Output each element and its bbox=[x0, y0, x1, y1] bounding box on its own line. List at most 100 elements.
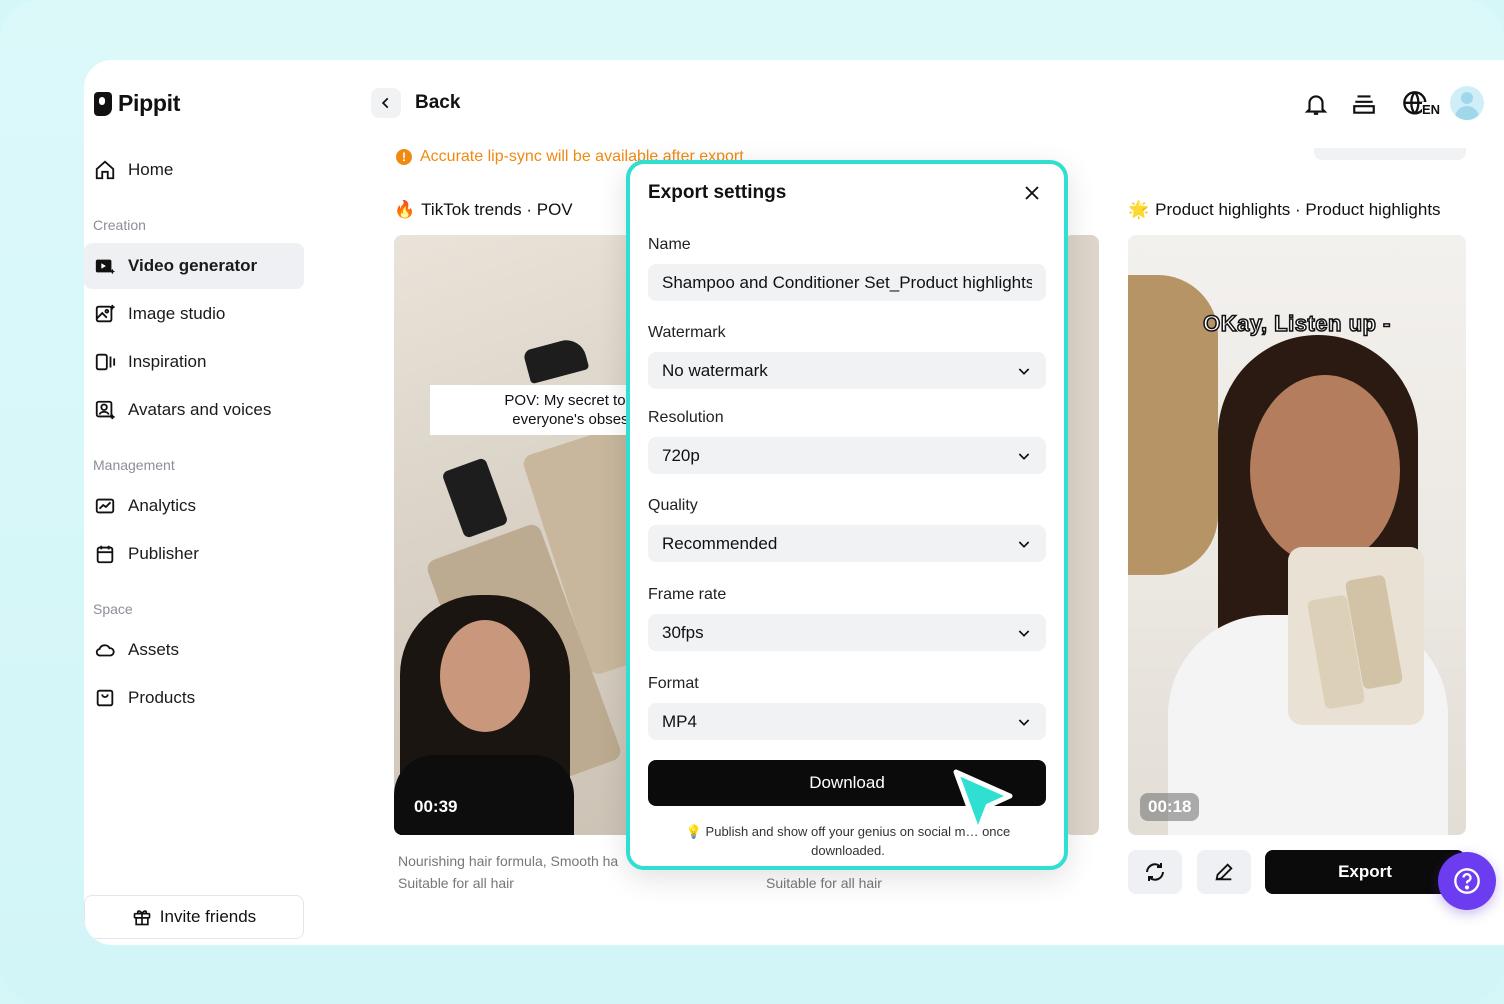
section-label-space: Space bbox=[93, 601, 133, 617]
star-icon: 🌟 bbox=[1128, 200, 1150, 219]
card-description-left: Nourishing hair formula, Smooth ha Suita… bbox=[398, 850, 618, 894]
analytics-icon bbox=[95, 498, 115, 514]
select-value: MP4 bbox=[662, 711, 697, 731]
image-studio-icon bbox=[95, 304, 115, 323]
desc-line: Suitable for all hair bbox=[398, 875, 514, 891]
name-field[interactable] bbox=[648, 264, 1046, 301]
watermark-label: Watermark bbox=[648, 324, 726, 341]
screen-frame: Pippit Home Creation Video generator Ima… bbox=[0, 0, 1504, 1004]
framerate-select[interactable]: 30fps bbox=[648, 614, 1046, 651]
video-duration: 00:18 bbox=[1140, 793, 1200, 821]
select-value: 720p bbox=[662, 445, 700, 465]
person-face-shape bbox=[1250, 375, 1400, 565]
back-button[interactable] bbox=[371, 88, 401, 118]
resolution-select[interactable]: 720p bbox=[648, 437, 1046, 474]
sidebar-item-home[interactable]: Home bbox=[84, 147, 304, 193]
chevron-down-icon bbox=[1018, 629, 1030, 637]
watermark-select[interactable]: No watermark bbox=[648, 352, 1046, 389]
inspiration-icon bbox=[95, 353, 116, 371]
fire-icon: 🔥 bbox=[394, 200, 416, 219]
brand-name: Pippit bbox=[118, 90, 181, 116]
sidebar-item-inspiration[interactable]: Inspiration bbox=[84, 339, 304, 385]
warning-icon: ! bbox=[396, 149, 412, 165]
format-select[interactable]: MP4 bbox=[648, 703, 1046, 740]
chevron-down-icon bbox=[1018, 452, 1030, 460]
sidebar-item-assets[interactable]: Assets bbox=[84, 627, 304, 673]
sidebar-item-label: Inspiration bbox=[128, 352, 207, 371]
invite-label: Invite friends bbox=[159, 907, 257, 926]
select-value: No watermark bbox=[662, 360, 768, 380]
close-button[interactable] bbox=[1019, 180, 1045, 206]
edit-button[interactable] bbox=[1197, 850, 1251, 894]
select-value: Recommended bbox=[662, 533, 778, 553]
pump-head-shape bbox=[522, 335, 590, 385]
sidebar-item-label: Home bbox=[128, 160, 174, 179]
pointer-cursor-icon bbox=[953, 769, 1013, 835]
video-overlay-text: OKay, Listen up - bbox=[1202, 310, 1391, 337]
export-button[interactable]: Export bbox=[1265, 850, 1465, 894]
back-label[interactable]: Back bbox=[415, 92, 460, 114]
sidebar-item-video-generator[interactable]: Video generator bbox=[84, 243, 304, 289]
pump-head-shape bbox=[441, 457, 509, 539]
card-description-middle: Suitable for all hair bbox=[766, 875, 882, 891]
gift-icon bbox=[133, 910, 151, 926]
language-button[interactable]: EN bbox=[1396, 88, 1441, 120]
pippit-logo-icon bbox=[94, 91, 112, 116]
video-generator-icon bbox=[95, 259, 116, 275]
chevron-down-icon bbox=[1018, 540, 1030, 548]
refresh-icon bbox=[1146, 863, 1164, 881]
sidebar-item-label: Video generator bbox=[128, 256, 258, 275]
video-preview-right[interactable]: OKay, Listen up - 00:18 bbox=[1128, 235, 1466, 835]
sidebar-item-analytics[interactable]: Analytics bbox=[84, 483, 304, 529]
chevron-down-icon bbox=[1018, 718, 1030, 726]
layers-icon bbox=[1353, 95, 1375, 114]
notification-button[interactable] bbox=[1300, 88, 1332, 120]
help-button[interactable] bbox=[1438, 852, 1496, 910]
invite-friends-button[interactable]: Invite friends bbox=[84, 895, 304, 939]
framerate-label: Frame rate bbox=[648, 586, 727, 603]
calendar-icon bbox=[96, 545, 114, 564]
card-title-text: TikTok trends · POV bbox=[421, 200, 573, 219]
person-face-shape bbox=[440, 620, 530, 732]
card-title-left: 🔥 TikTok trends · POV bbox=[394, 200, 573, 220]
sidebar-item-label: Products bbox=[128, 688, 196, 707]
cloud-icon bbox=[95, 644, 115, 657]
bell-icon bbox=[1304, 95, 1328, 115]
resolution-label: Resolution bbox=[648, 409, 724, 426]
name-input[interactable] bbox=[662, 272, 1032, 293]
close-icon bbox=[1025, 186, 1039, 200]
top-tab-stub bbox=[1314, 148, 1466, 160]
regenerate-button[interactable] bbox=[1128, 850, 1182, 894]
sidebar-item-label: Assets bbox=[128, 640, 180, 659]
layers-button[interactable] bbox=[1348, 88, 1380, 120]
video-duration: 00:39 bbox=[414, 797, 458, 816]
language-badge: EN bbox=[1422, 102, 1441, 117]
chevron-down-icon bbox=[1018, 367, 1030, 375]
format-label: Format bbox=[648, 675, 699, 692]
quality-label: Quality bbox=[648, 497, 698, 514]
quality-select[interactable]: Recommended bbox=[648, 525, 1046, 562]
products-icon bbox=[96, 689, 114, 707]
sidebar-item-avatars-voices[interactable]: Avatars and voices bbox=[84, 387, 304, 433]
card-title-right: 🌟 Product highlights · Product highlight… bbox=[1128, 200, 1441, 220]
pencil-icon bbox=[1215, 863, 1233, 881]
select-value: 30fps bbox=[662, 622, 704, 642]
modal-title: Export settings bbox=[648, 182, 787, 203]
sidebar-item-image-studio[interactable]: Image studio bbox=[84, 291, 304, 337]
sidebar-item-label: Image studio bbox=[128, 304, 226, 323]
lightbulb-icon: 💡 bbox=[685, 824, 702, 839]
product-inset-image bbox=[1288, 547, 1424, 725]
avatar-icon bbox=[95, 400, 115, 420]
chevron-left-icon bbox=[381, 97, 389, 109]
section-label-creation: Creation bbox=[93, 217, 146, 233]
sidebar-item-products[interactable]: Products bbox=[84, 675, 304, 721]
desc-line: Nourishing hair formula, Smooth ha bbox=[398, 853, 619, 869]
sidebar-item-publisher[interactable]: Publisher bbox=[84, 531, 304, 577]
brand-logo[interactable]: Pippit bbox=[94, 90, 180, 117]
user-avatar[interactable] bbox=[1450, 86, 1484, 120]
section-label-management: Management bbox=[93, 457, 175, 473]
help-icon bbox=[1454, 868, 1480, 894]
video-preview-middle[interactable] bbox=[1064, 235, 1099, 835]
home-icon bbox=[95, 160, 115, 180]
sidebar-item-label: Avatars and voices bbox=[128, 400, 272, 419]
